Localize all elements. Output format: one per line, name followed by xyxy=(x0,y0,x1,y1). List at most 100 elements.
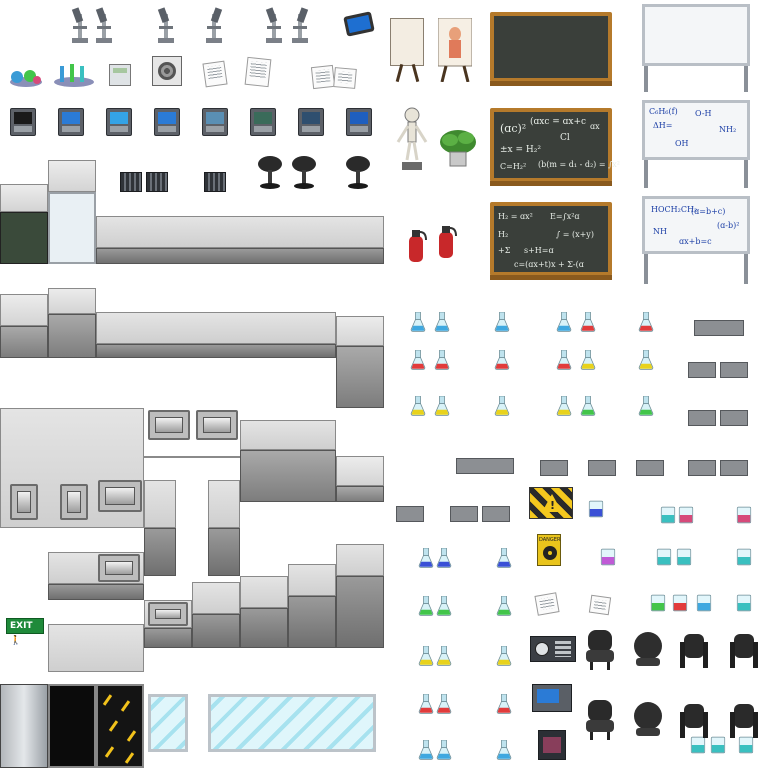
whiteboard-text: O-H xyxy=(695,109,712,118)
skeleton-icon xyxy=(396,107,428,170)
counter-top xyxy=(96,216,384,248)
caution-sign-icon: ! xyxy=(529,487,573,519)
chalk-text: ∫ = (x+y) xyxy=(556,230,594,239)
glass-fridge xyxy=(48,192,96,264)
stool-icon xyxy=(346,156,370,189)
eye-chart-icon xyxy=(390,18,424,66)
sink-icon xyxy=(98,480,142,512)
whiteboard-text: (ɑ-b)² xyxy=(717,221,740,230)
flask-icon xyxy=(418,548,434,568)
whiteboard-text: OH xyxy=(675,139,689,148)
flask-icon xyxy=(496,646,512,666)
flask-icon xyxy=(410,312,426,332)
computer-monitor-icon xyxy=(58,108,84,136)
computer-monitor-icon xyxy=(346,108,372,136)
counter-base xyxy=(48,584,144,600)
anatomy-poster-icon xyxy=(438,18,472,82)
flask-icon xyxy=(494,312,510,332)
test-tube-rack-icon xyxy=(540,460,568,476)
sink-icon xyxy=(60,484,88,520)
fire-extinguisher-icon xyxy=(439,226,457,258)
flask-icon xyxy=(434,350,450,370)
flask-icon xyxy=(410,350,426,370)
whiteboard-text: NH₂ xyxy=(719,125,737,134)
document-icon xyxy=(244,56,272,88)
plant-icon xyxy=(440,130,476,167)
beaker-icon xyxy=(710,736,726,754)
cabinet-top xyxy=(48,288,96,314)
counter-top xyxy=(336,544,384,576)
tablet-icon xyxy=(343,11,375,37)
whiteboard-leg xyxy=(744,66,748,92)
whiteboard-text: (ɑ=b+c) xyxy=(691,207,726,216)
beaker-icon xyxy=(678,506,694,524)
chalkboard-icon: H₂ = ɑx² E=∫x²ɑ H₂ ∫ = (x+y) +Σ s+H=ɑ c=… xyxy=(490,202,612,280)
chalk-text: C=H₂² xyxy=(500,162,527,171)
flask-icon xyxy=(436,694,452,714)
computer-monitor-icon xyxy=(250,108,276,136)
flask-icon xyxy=(418,740,434,760)
flask-icon xyxy=(580,396,596,416)
counter-base xyxy=(144,528,176,576)
counter-base xyxy=(96,248,384,264)
chalk-text: H₂ xyxy=(498,230,509,239)
beaker-icon xyxy=(736,594,752,612)
whiteboard-text: ΔH= xyxy=(653,121,673,130)
chair-icon xyxy=(730,704,758,738)
flask-icon xyxy=(638,350,654,370)
dark-doorway xyxy=(48,684,96,768)
cabinet-body xyxy=(336,486,384,502)
counter-top xyxy=(240,420,336,450)
whiteboard-leg xyxy=(644,66,648,92)
beaker-icon xyxy=(660,506,676,524)
test-tube-rack-icon xyxy=(54,64,94,87)
flask-icon xyxy=(418,646,434,666)
beaker-icon xyxy=(588,500,604,518)
counter-base xyxy=(336,576,384,648)
fridge-top xyxy=(48,160,96,192)
flask-icon xyxy=(638,312,654,332)
counter-base xyxy=(208,528,240,576)
test-tube-rack-icon xyxy=(482,506,510,522)
stool-icon xyxy=(258,156,282,189)
stool-icon xyxy=(292,156,316,189)
counter-top xyxy=(96,312,336,344)
cabinet-top xyxy=(336,456,384,486)
calculator-icon xyxy=(109,64,131,86)
test-tube-rack-icon xyxy=(396,506,424,522)
chalk-text: (b(m = d₁ - d₂) = ∫x² xyxy=(538,160,620,169)
cabinet-top xyxy=(336,316,384,346)
counter-top xyxy=(48,624,144,672)
flask-icon xyxy=(418,596,434,616)
whiteboard-text: C₆H₆(f) xyxy=(649,107,678,116)
flask-icon xyxy=(496,548,512,568)
sink-icon xyxy=(148,602,188,626)
counter-top xyxy=(208,480,240,528)
vent-icon xyxy=(120,172,142,192)
chair-icon xyxy=(730,634,758,668)
microscope-icon xyxy=(265,7,282,43)
chalk-text: (ɑc)² xyxy=(500,122,527,135)
beaker-icon xyxy=(656,548,672,566)
whiteboard-icon: HOCH₂CH₂ (ɑ=b+c) (ɑ-b)² NH ɑx+b=c xyxy=(642,196,750,254)
shelf-top xyxy=(0,184,48,212)
flask-icon xyxy=(436,740,452,760)
microscope-icon xyxy=(71,7,88,43)
test-tube-rack-icon xyxy=(694,320,744,336)
fire-extinguisher-icon xyxy=(409,230,427,262)
cabinet-body xyxy=(336,346,384,408)
whiteboard-icon xyxy=(642,4,750,66)
flask-icon xyxy=(434,396,450,416)
beaker-icon xyxy=(600,548,616,566)
window-icon xyxy=(208,694,376,752)
whiteboard-leg xyxy=(644,160,648,188)
counter-top xyxy=(192,582,240,614)
test-tube-rack-icon xyxy=(720,410,748,426)
flask-icon xyxy=(418,694,434,714)
chair-icon xyxy=(634,632,662,666)
whiteboard-leg xyxy=(744,160,748,188)
document-icon xyxy=(333,67,357,89)
flask-icon xyxy=(434,312,450,332)
exit-sign: EXIT 🚶 xyxy=(6,618,44,646)
flask-icon xyxy=(556,312,572,332)
